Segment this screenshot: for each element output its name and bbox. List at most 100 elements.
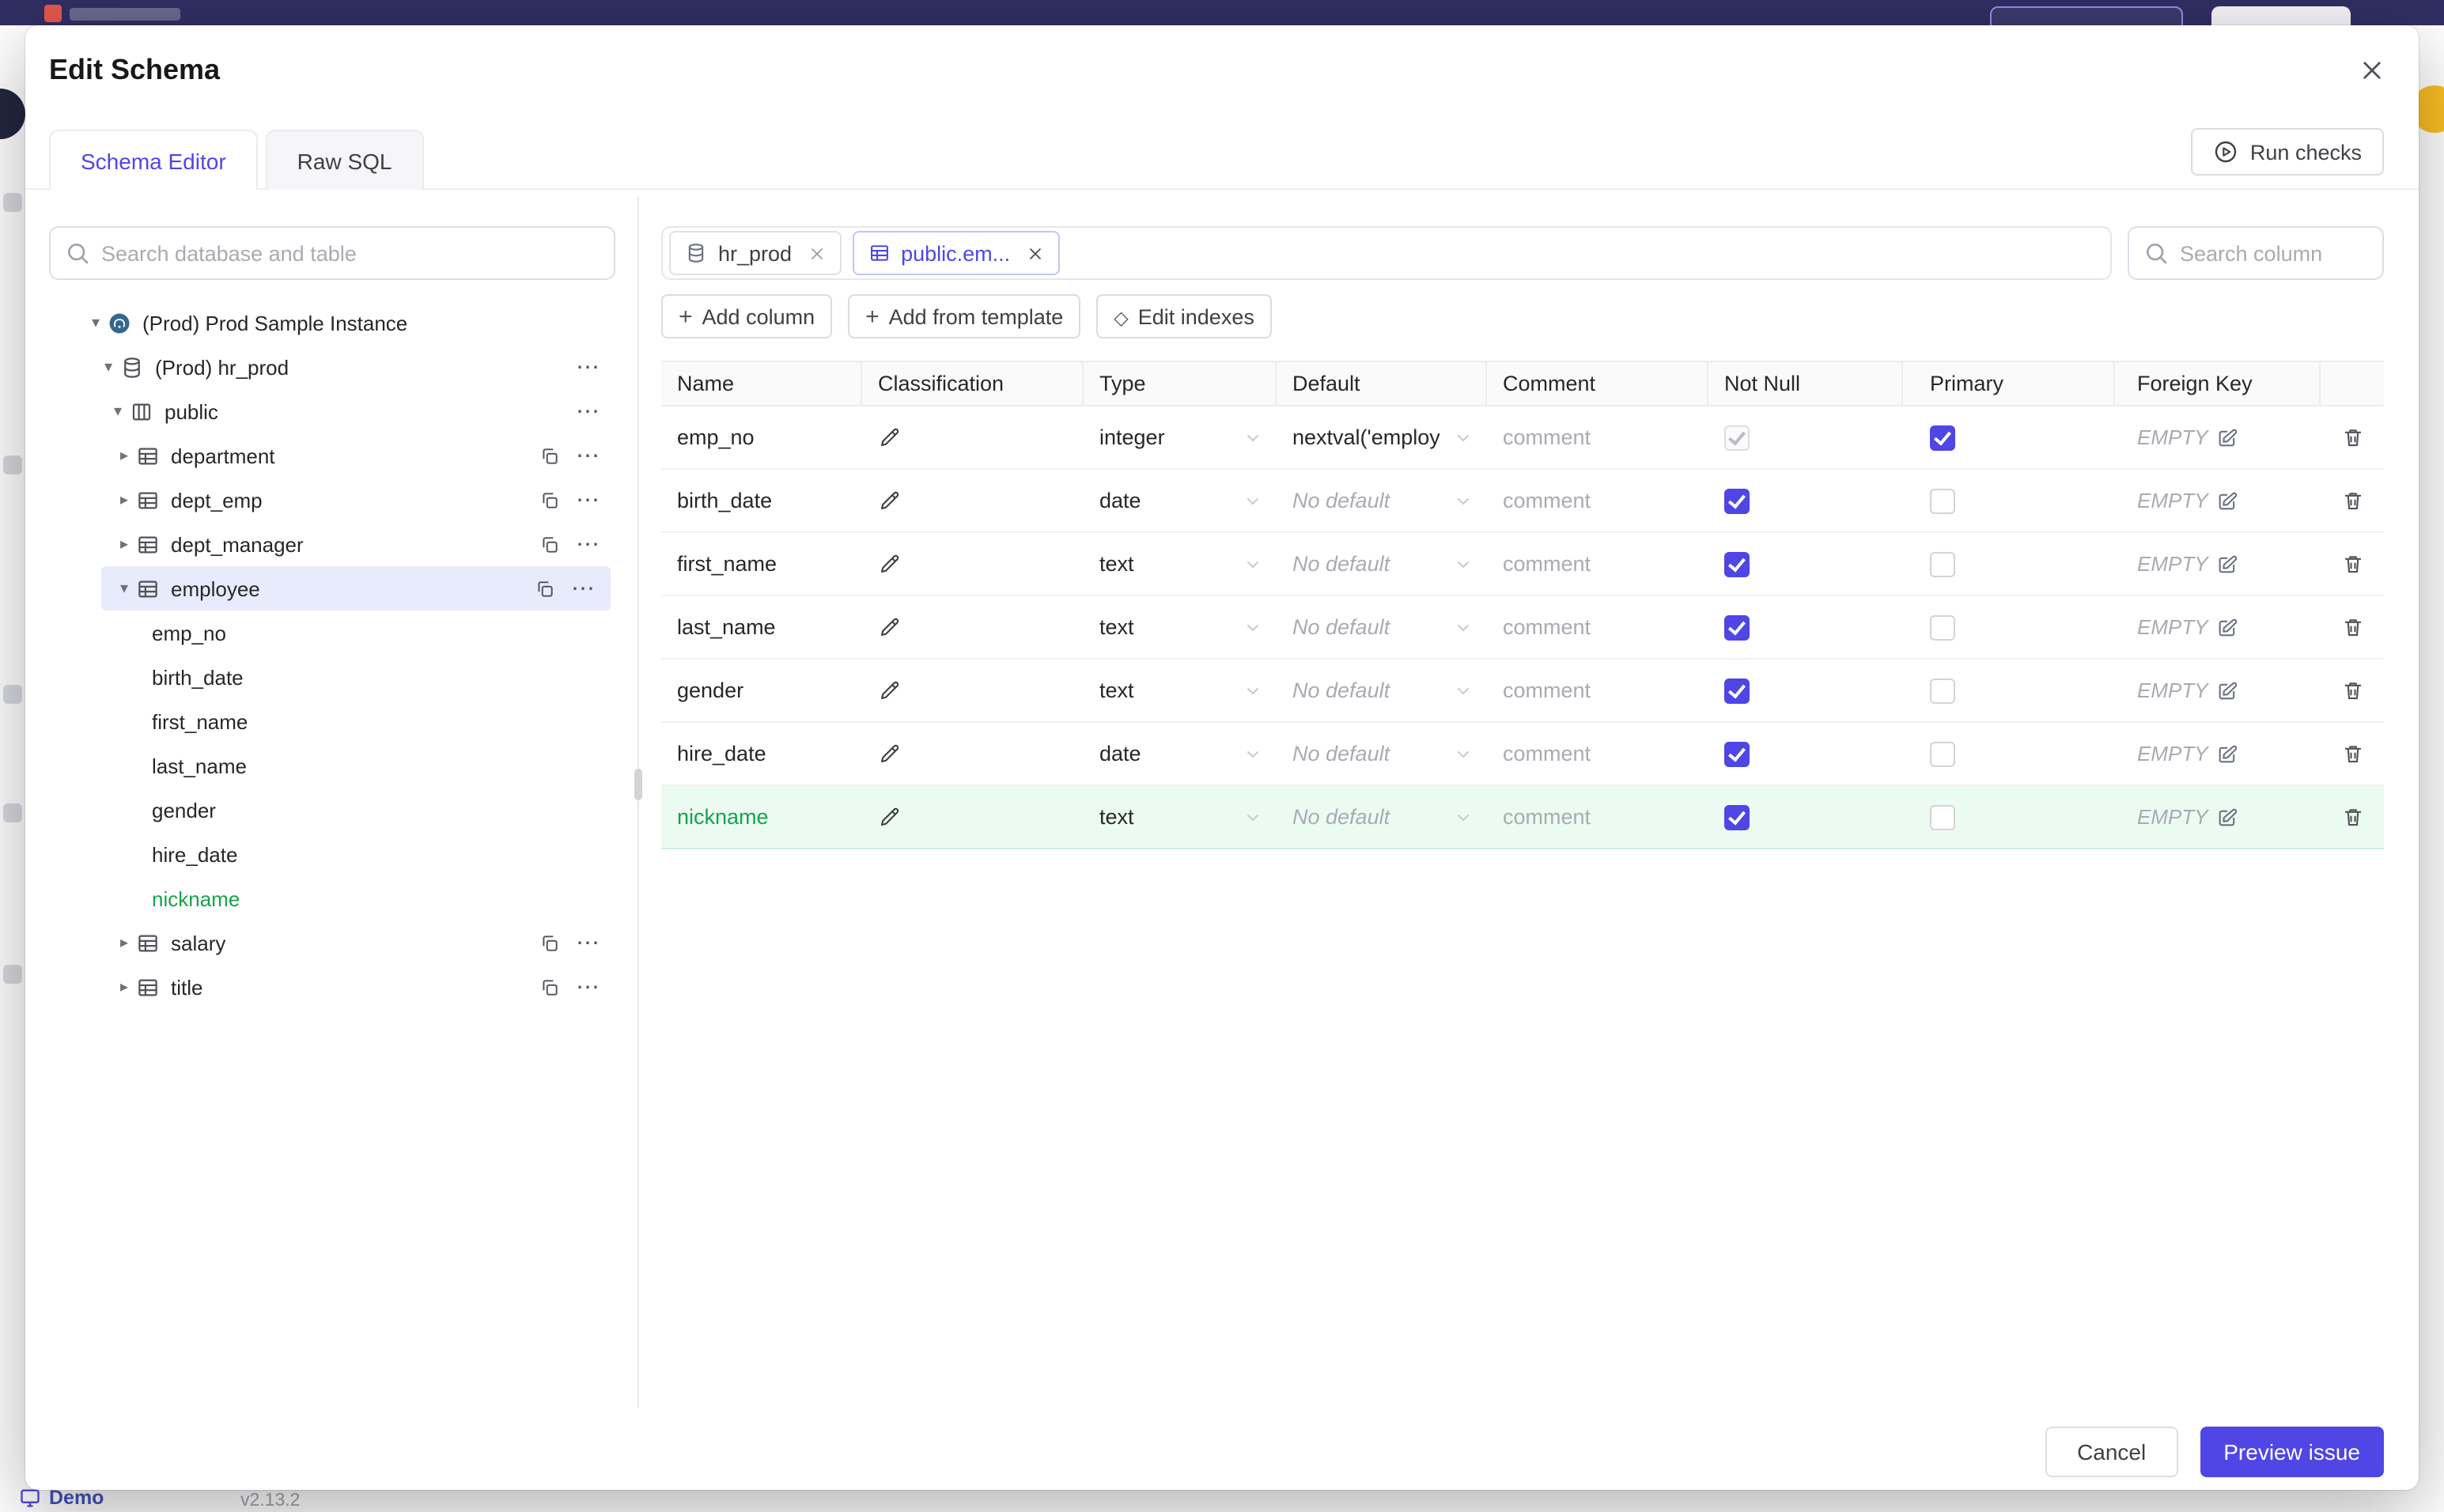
not-null-checkbox[interactable]	[1724, 804, 1750, 830]
delete-row-icon[interactable]	[2340, 679, 2364, 702]
caret-down-icon[interactable]	[106, 403, 130, 420]
type-select[interactable]: integer	[1084, 406, 1277, 468]
close-icon[interactable]	[1026, 244, 1043, 262]
tab-raw-sql[interactable]: Raw SQL	[265, 130, 424, 190]
type-select[interactable]: text	[1084, 660, 1277, 721]
tab-chip-database[interactable]: hr_prod	[669, 231, 842, 275]
tree-item-table-employee[interactable]: employee	[101, 566, 611, 610]
edit-foreign-key-icon[interactable]	[2216, 679, 2238, 701]
column-name[interactable]: emp_no	[677, 425, 755, 449]
primary-checkbox[interactable]	[1930, 614, 1955, 640]
primary-checkbox[interactable]	[1930, 741, 1955, 766]
primary-checkbox[interactable]	[1930, 551, 1955, 576]
comment-input[interactable]: comment	[1503, 742, 1591, 765]
type-select[interactable]: text	[1084, 596, 1277, 658]
not-null-checkbox[interactable]	[1724, 678, 1750, 703]
tree-item-column-nickname[interactable]: nickname	[49, 876, 615, 920]
type-select[interactable]: text	[1084, 533, 1277, 595]
primary-checkbox[interactable]	[1930, 678, 1955, 703]
default-select[interactable]: No default	[1277, 470, 1487, 531]
primary-checkbox[interactable]	[1930, 488, 1955, 513]
tree-search-input[interactable]	[51, 240, 614, 266]
caret-right-icon[interactable]	[112, 447, 136, 464]
pencil-icon[interactable]	[878, 615, 902, 639]
caret-down-icon[interactable]	[96, 358, 120, 376]
comment-input[interactable]: comment	[1503, 552, 1591, 576]
copy-icon[interactable]	[535, 578, 555, 599]
delete-row-icon[interactable]	[2340, 425, 2364, 449]
tree-item-table-department[interactable]: department	[49, 433, 615, 478]
default-select[interactable]: nextval('employ	[1277, 406, 1487, 468]
not-null-checkbox[interactable]	[1724, 614, 1750, 640]
caret-down-icon[interactable]	[112, 580, 136, 597]
pencil-icon[interactable]	[878, 805, 902, 829]
pencil-icon[interactable]	[878, 742, 902, 765]
edit-foreign-key-icon[interactable]	[2216, 743, 2238, 765]
tree-item-table-dept-emp[interactable]: dept_emp	[49, 478, 615, 522]
comment-input[interactable]: comment	[1503, 679, 1591, 702]
column-name[interactable]: nickname	[677, 805, 769, 829]
more-icon[interactable]	[571, 576, 595, 600]
pencil-icon[interactable]	[878, 489, 902, 512]
type-select[interactable]: date	[1084, 723, 1277, 784]
edit-foreign-key-icon[interactable]	[2216, 490, 2238, 512]
copy-icon[interactable]	[539, 932, 560, 953]
cancel-button[interactable]: Cancel	[2045, 1427, 2178, 1477]
delete-row-icon[interactable]	[2340, 805, 2364, 829]
preview-issue-button[interactable]: Preview issue	[2200, 1427, 2384, 1477]
type-select[interactable]: text	[1084, 786, 1277, 848]
default-select[interactable]: No default	[1277, 533, 1487, 595]
edit-indexes-button[interactable]: Edit indexes	[1096, 294, 1272, 338]
default-select[interactable]: No default	[1277, 660, 1487, 721]
default-select[interactable]: No default	[1277, 596, 1487, 658]
tree-item-column-gender[interactable]: gender	[49, 788, 615, 832]
tree-item-column-last-name[interactable]: last_name	[49, 743, 615, 788]
not-null-checkbox[interactable]	[1724, 488, 1750, 513]
tree-item-table-salary[interactable]: salary	[49, 920, 615, 965]
edit-foreign-key-icon[interactable]	[2216, 553, 2238, 575]
caret-right-icon[interactable]	[112, 491, 136, 508]
not-null-checkbox[interactable]	[1724, 551, 1750, 576]
caret-right-icon[interactable]	[112, 535, 136, 553]
column-name[interactable]: last_name	[677, 615, 776, 639]
edit-foreign-key-icon[interactable]	[2216, 426, 2238, 448]
comment-input[interactable]: comment	[1503, 615, 1591, 639]
caret-right-icon[interactable]	[112, 934, 136, 951]
primary-checkbox[interactable]	[1930, 804, 1955, 830]
delete-row-icon[interactable]	[2340, 552, 2364, 576]
pencil-icon[interactable]	[878, 425, 902, 449]
tree-item-database[interactable]: (Prod) hr_prod	[49, 345, 615, 389]
column-name[interactable]: gender	[677, 679, 743, 702]
edit-foreign-key-icon[interactable]	[2216, 806, 2238, 828]
more-icon[interactable]	[576, 444, 600, 467]
column-name[interactable]: birth_date	[677, 489, 772, 512]
tree-item-column-hire-date[interactable]: hire_date	[49, 832, 615, 876]
tree-item-schema[interactable]: public	[49, 389, 615, 433]
more-icon[interactable]	[576, 975, 600, 999]
type-select[interactable]: date	[1084, 470, 1277, 531]
delete-row-icon[interactable]	[2340, 615, 2364, 639]
delete-row-icon[interactable]	[2340, 489, 2364, 512]
comment-input[interactable]: comment	[1503, 805, 1591, 829]
tab-chip-table[interactable]: public.em...	[852, 231, 1060, 275]
copy-icon[interactable]	[539, 977, 560, 997]
tree-item-column-first-name[interactable]: first_name	[49, 699, 615, 743]
tree-item-instance[interactable]: (Prod) Prod Sample Instance	[49, 301, 615, 345]
more-icon[interactable]	[576, 532, 600, 556]
more-icon[interactable]	[576, 931, 600, 954]
more-icon[interactable]	[576, 355, 600, 379]
default-select[interactable]: No default	[1277, 723, 1487, 784]
more-icon[interactable]	[576, 399, 600, 423]
caret-down-icon[interactable]	[84, 314, 108, 331]
primary-checkbox[interactable]	[1930, 425, 1955, 450]
pencil-icon[interactable]	[878, 679, 902, 702]
tree-item-column-emp-no[interactable]: emp_no	[49, 610, 615, 655]
add-column-button[interactable]: Add column	[661, 294, 833, 338]
close-icon[interactable]	[808, 244, 825, 262]
default-select[interactable]: No default	[1277, 786, 1487, 848]
more-icon[interactable]	[576, 488, 600, 512]
copy-icon[interactable]	[539, 534, 560, 554]
pencil-icon[interactable]	[878, 552, 902, 576]
column-name[interactable]: hire_date	[677, 742, 766, 765]
demo-badge[interactable]: Demo	[19, 1487, 104, 1509]
